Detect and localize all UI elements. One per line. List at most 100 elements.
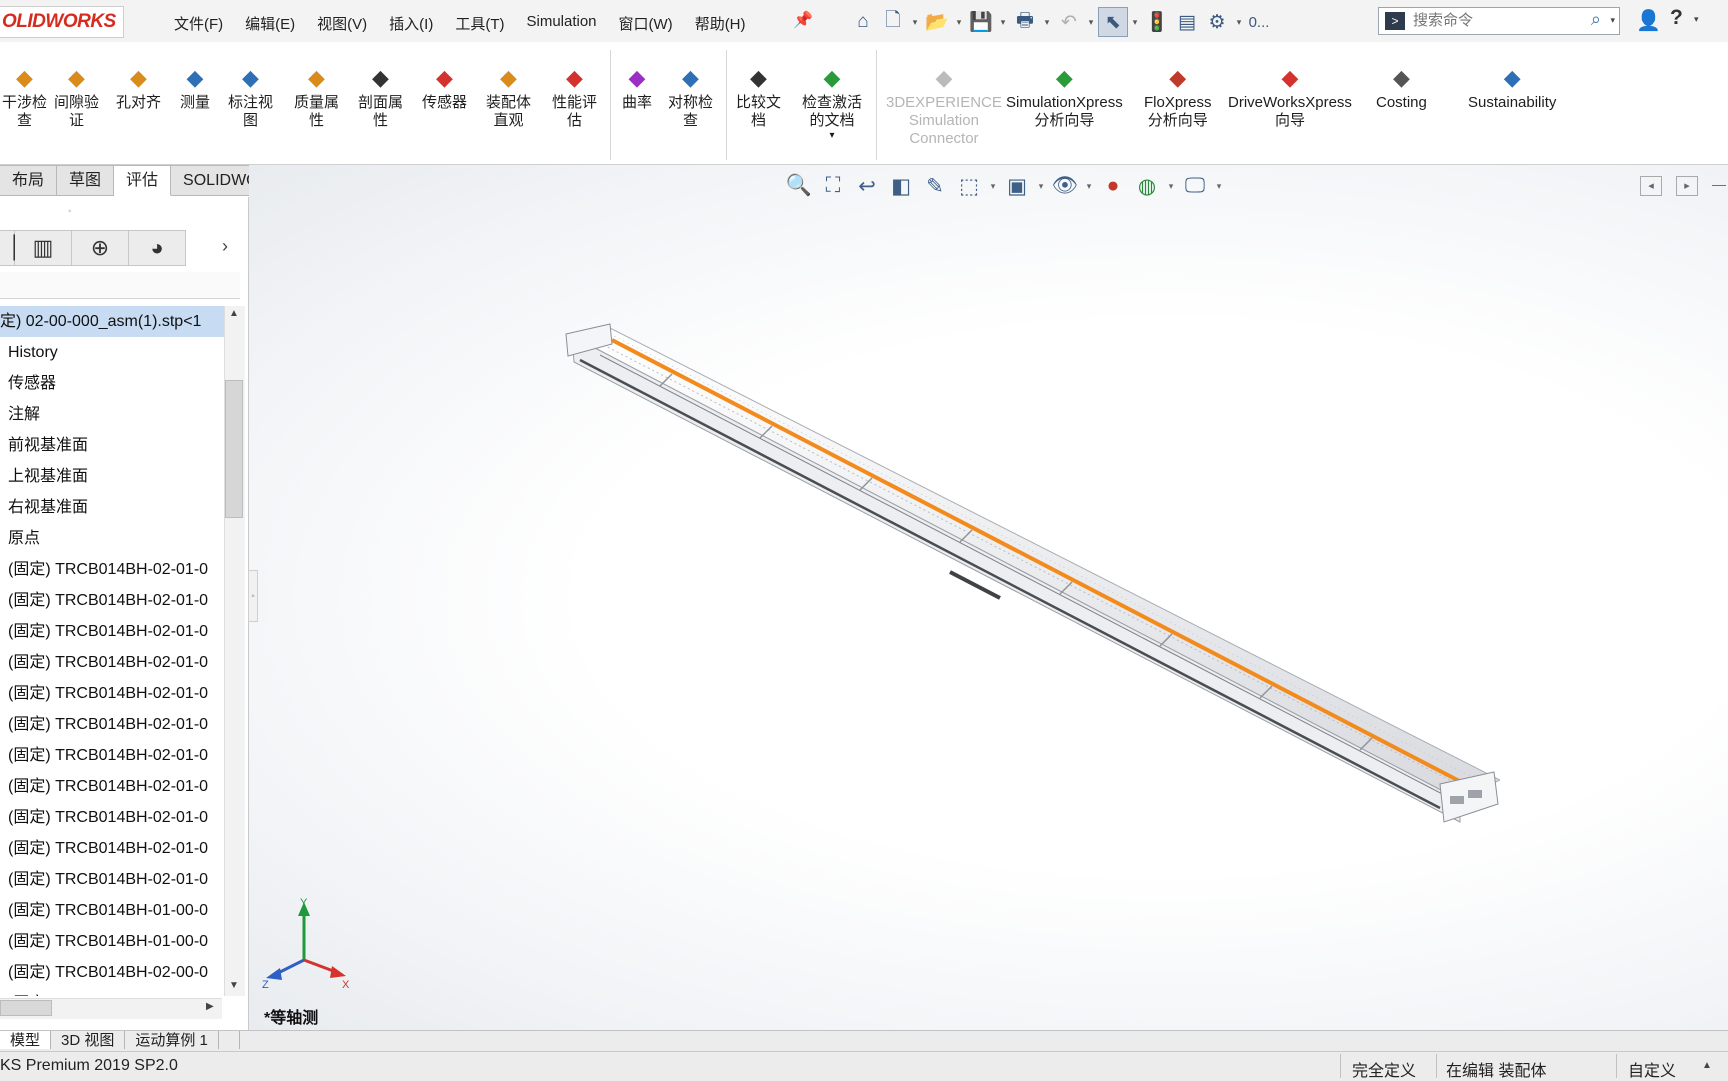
ribbon-button-measure[interactable]: ◆ 测量 [180, 64, 210, 112]
select-caret-icon[interactable]: ▾ [1128, 17, 1142, 28]
menu-item[interactable]: Simulation [515, 10, 607, 37]
viewport-close-icon[interactable]: — [1712, 176, 1726, 192]
ribbon-button-simxpress[interactable]: ◆ SimulationXpress 分析向导 [1006, 64, 1123, 130]
tree-item[interactable]: (固定) TRCB014BH-02-01-0 [0, 833, 224, 864]
toolbar-overflow[interactable]: 0... [1246, 7, 1272, 37]
tree-item[interactable]: (固定) TRCB014BH-02-01-0 [0, 616, 224, 647]
search-commands-box[interactable]: > ⌕ ▾ [1378, 7, 1620, 35]
tree-item[interactable]: (固定) TRCB014BH-02-01-0 [0, 678, 224, 709]
zoom-to-area-icon[interactable]: ⛶ [816, 172, 850, 200]
ribbon-button-sustainability[interactable]: ◆ Sustainability [1468, 64, 1556, 112]
file-properties-icon[interactable]: ▤ [1172, 7, 1202, 37]
ribbon-button-compare[interactable]: ◆ 比较文 档 [736, 64, 781, 130]
tree-item[interactable]: 前视基准面 [0, 430, 224, 461]
feature-tree-tab-icon[interactable]: ▕ [0, 230, 15, 266]
tree-item[interactable]: 原点 [0, 523, 224, 554]
menu-item[interactable]: 文件(F) [163, 10, 234, 37]
tree-item[interactable]: History [0, 337, 224, 368]
tree-filter-bar[interactable] [0, 272, 240, 299]
menu-item[interactable]: 窗口(W) [608, 10, 684, 37]
ribbon-button-driveworks[interactable]: ◆ DriveWorksXpress 向导 [1228, 64, 1352, 130]
viewport-restore-icon[interactable]: ◂ [1640, 176, 1662, 196]
search-input[interactable] [1411, 11, 1565, 30]
assembly-model[interactable] [560, 310, 1500, 880]
tree-item[interactable]: (固定) TRCB014BH-02-00-0 [0, 957, 224, 988]
menu-item[interactable]: 帮助(H) [684, 10, 757, 37]
tree-item[interactable]: 传感器 [0, 368, 224, 399]
tree-scroll-thumb[interactable] [225, 380, 243, 518]
scroll-right-icon[interactable]: ▶ [206, 1001, 214, 1012]
status-units-custom[interactable]: 自定义 [1628, 1057, 1676, 1081]
rebuild-traffic-light-icon[interactable]: 🚦 [1142, 7, 1172, 37]
ribbon-button-costing[interactable]: ◆ Costing [1376, 64, 1427, 112]
previous-view-icon[interactable]: ↩ [850, 172, 884, 200]
ribbon-button-clearance[interactable]: ◆ 间隙验 证 [54, 64, 99, 130]
tree-item[interactable]: (固定) TRCB014BH-02-01-0 [0, 647, 224, 678]
tree-item[interactable]: (固定) TRCB014BH-02-01-0 [0, 554, 224, 585]
select-pointer-icon[interactable]: ⬉ [1098, 7, 1128, 37]
display-style-icon[interactable]: ▣ [1000, 172, 1034, 200]
ribbon-button-sensor[interactable]: ◆ 传感器 [422, 64, 467, 112]
scroll-down-icon[interactable]: ▼ [229, 980, 239, 991]
chevron-right-icon[interactable]: › [222, 236, 228, 257]
menu-item[interactable]: 工具(T) [444, 10, 515, 37]
view-settings-caret-icon[interactable]: ▾ [1212, 181, 1226, 192]
tree-item[interactable]: (固定) TRCB014BH-01-00-0 [0, 926, 224, 957]
ribbon-button-check-doc[interactable]: ◆ 检查激活 的文档 ▾ [802, 64, 862, 141]
new-document-icon[interactable]: 🗋 [878, 7, 908, 37]
check-doc-caret-icon[interactable]: ▾ [829, 130, 834, 141]
panel-grip-icon[interactable]: ◦ [68, 206, 72, 217]
view-orientation-icon[interactable]: ⬚ [952, 172, 986, 200]
menu-item[interactable]: 编辑(E) [234, 10, 306, 37]
tab-scroll-icon[interactable] [231, 1031, 240, 1049]
menu-item[interactable]: 插入(I) [378, 10, 444, 37]
print-caret-icon[interactable]: ▾ [1040, 17, 1054, 28]
view-orientation-caret-icon[interactable]: ▾ [986, 181, 1000, 192]
dynamic-annotation-icon[interactable]: ✎ [918, 172, 952, 200]
apply-scene-icon[interactable]: ◍ [1130, 172, 1164, 200]
ribbon-button-symmetry[interactable]: ◆ 对称检 查 [668, 64, 713, 130]
tree-item[interactable]: (固定) TRCB014BH-01-00-0 [0, 895, 224, 926]
bottom-tab-0[interactable]: 模型 [0, 1031, 52, 1049]
print-icon[interactable]: 🖶 [1010, 7, 1040, 37]
tree-item[interactable]: (固定) TRCB014BH-02-00-0 [0, 988, 224, 996]
ribbon-button-curvature[interactable]: ◆ 曲率 [622, 64, 652, 112]
scroll-up-icon[interactable]: ▲ [229, 308, 239, 319]
configuration-manager-tab-icon[interactable]: ⊕ [72, 230, 129, 266]
tree-hscroll-thumb[interactable] [0, 1000, 52, 1016]
tree-item[interactable]: (固定) TRCB014BH-02-01-0 [0, 864, 224, 895]
search-icon[interactable]: ⌕ [1591, 9, 1601, 30]
panel-splitter-handle[interactable]: ◦ [248, 570, 258, 622]
bottom-tab-2[interactable]: 运动算例 1 [125, 1031, 219, 1049]
new-caret-icon[interactable]: ▾ [908, 17, 922, 28]
ribbon-button-floxpress[interactable]: ◆ FloXpress 分析向导 [1144, 64, 1212, 130]
bottom-tab-1[interactable]: 3D 视图 [51, 1031, 126, 1049]
tree-item[interactable]: (固定) TRCB014BH-02-01-0 [0, 802, 224, 833]
ribbon-button-hole-align[interactable]: ◆ 孔对齐 [116, 64, 161, 112]
hide-show-items-icon[interactable]: 👁 [1048, 172, 1082, 200]
zoom-to-fit-icon[interactable]: 🔍 [782, 172, 816, 200]
open-caret-icon[interactable]: ▾ [952, 17, 966, 28]
viewport-maximize-icon[interactable]: ▸ [1676, 176, 1698, 196]
help-caret-icon[interactable]: ▾ [1694, 14, 1699, 25]
section-view-icon[interactable]: ◧ [884, 172, 918, 200]
ribbon-button-section-props[interactable]: ◆ 剖面属 性 [358, 64, 403, 130]
display-manager-tab-icon[interactable]: ◕ [129, 230, 186, 266]
display-style-caret-icon[interactable]: ▾ [1034, 181, 1048, 192]
view-settings-monitor-icon[interactable]: 🖵 [1178, 172, 1212, 200]
property-manager-tab-icon[interactable]: ▥ [15, 230, 72, 266]
open-icon[interactable]: 📂 [922, 7, 952, 37]
solidworks-logo[interactable]: OLIDWORKS [0, 6, 124, 38]
tab-2[interactable]: 评估 [114, 165, 172, 196]
ribbon-button-interference[interactable]: ◆ 干涉检 查 [2, 64, 47, 130]
edit-appearance-icon[interactable]: ● [1096, 172, 1130, 200]
ribbon-button-markup[interactable]: ◆ 标注视 图 [228, 64, 273, 130]
help-icon[interactable]: ? [1670, 6, 1683, 30]
ribbon-button-performance[interactable]: ◆ 性能评 估 [552, 64, 597, 130]
pin-icon[interactable]: 📌 [793, 10, 813, 30]
options-gear-icon[interactable]: ⚙ [1202, 7, 1232, 37]
save-icon[interactable]: 💾 [966, 7, 996, 37]
ribbon-button-assembly-visual[interactable]: ◆ 装配体 直观 [486, 64, 531, 130]
tab-1[interactable]: 草图 [57, 165, 115, 196]
search-caret-icon[interactable]: ▾ [1610, 15, 1615, 26]
